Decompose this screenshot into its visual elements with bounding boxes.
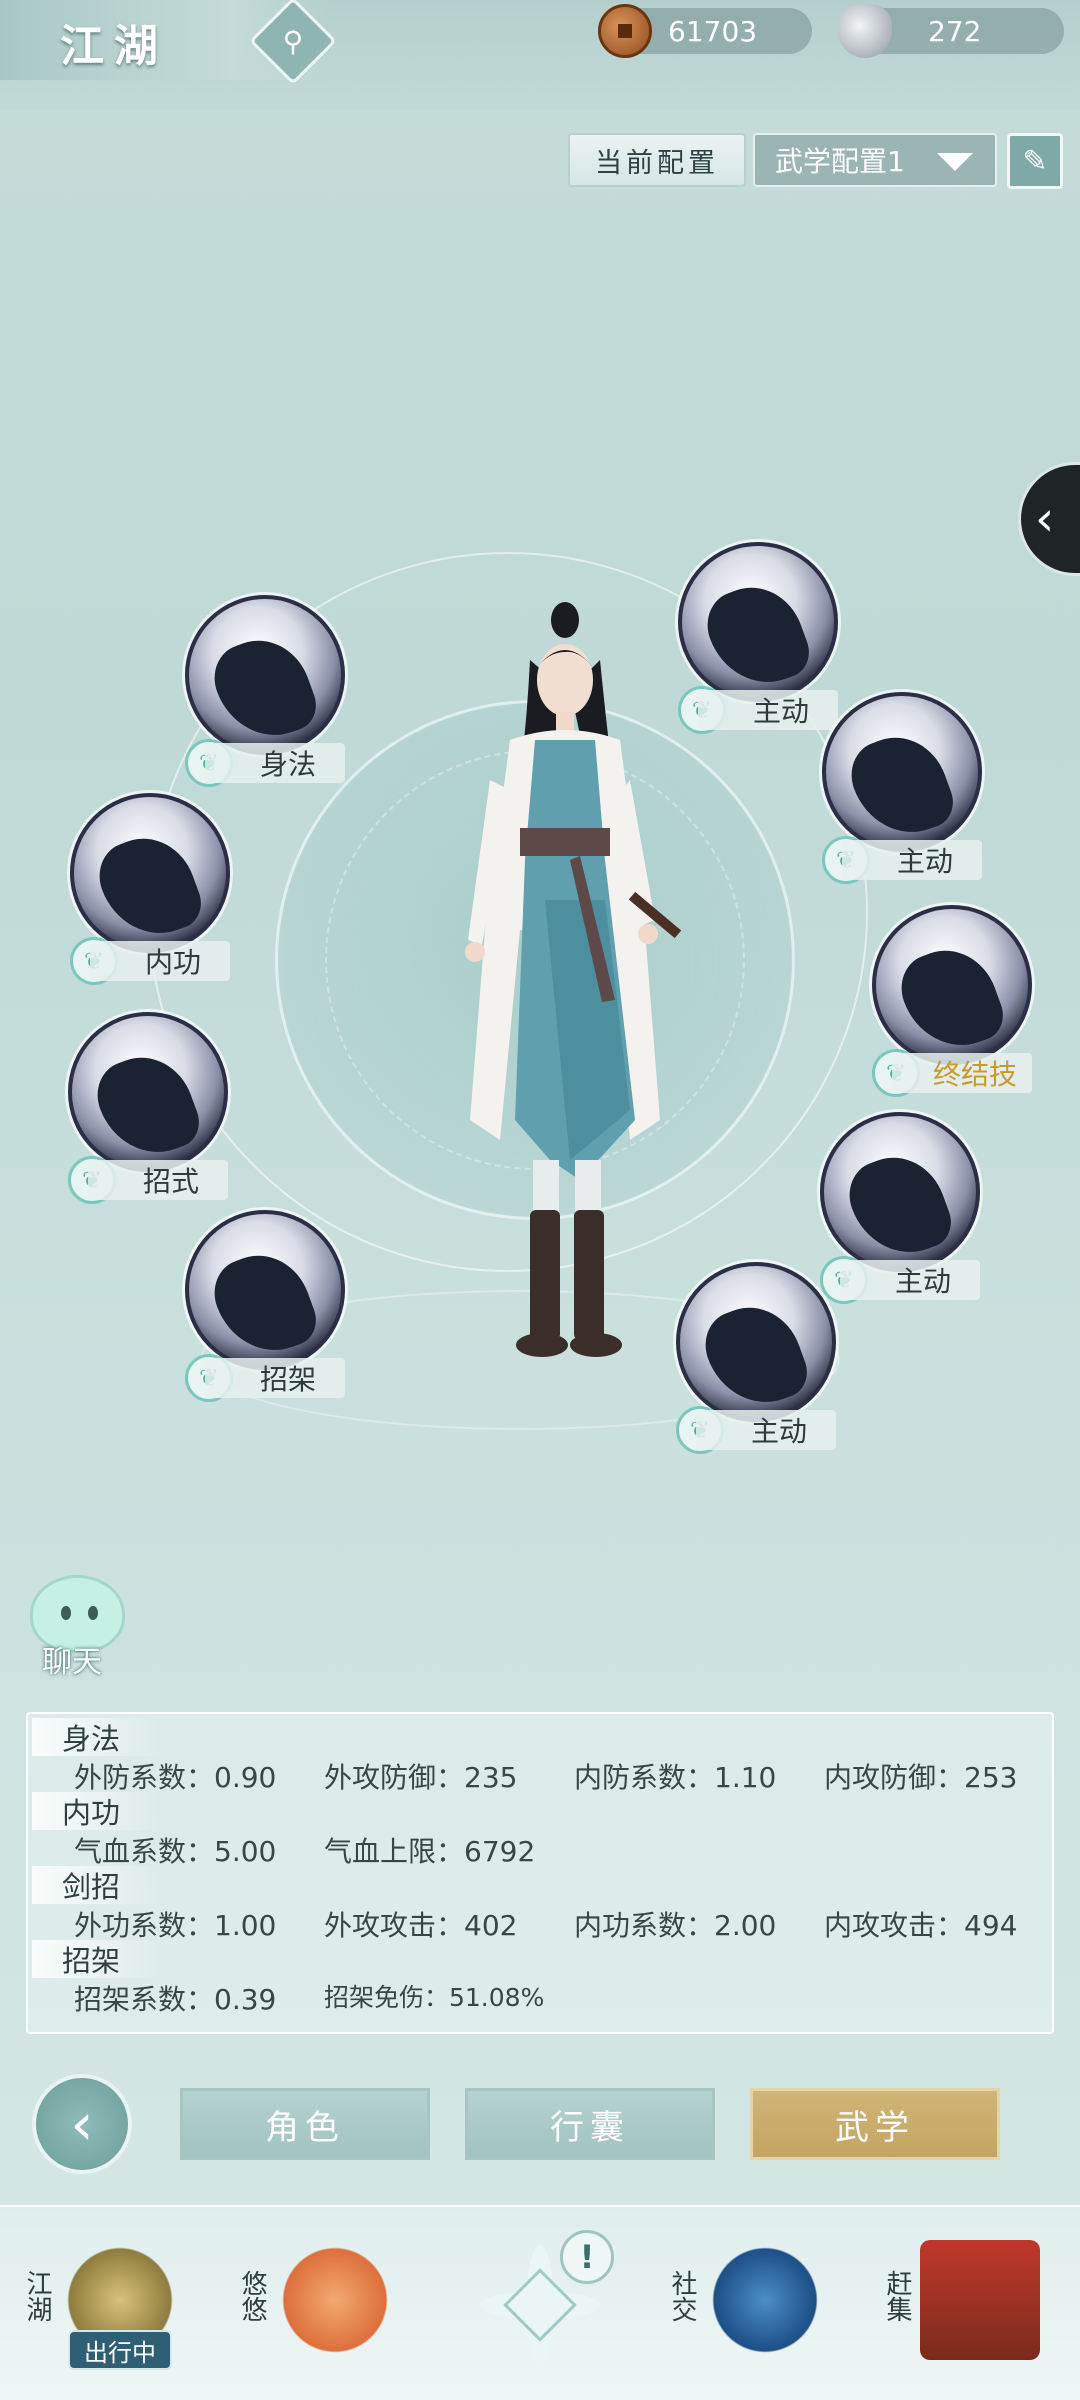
skill-art-icon — [68, 1012, 228, 1172]
nav-label: 社交 — [667, 2270, 697, 2322]
tab-inventory[interactable]: 行囊 — [465, 2088, 715, 2160]
stat-group-title: 内功 — [32, 1792, 161, 1830]
social-art-icon — [705, 2240, 825, 2360]
silver-ingot-icon — [838, 4, 892, 58]
dropdown-arrow-icon — [937, 153, 973, 171]
config-dropdown-value: 武学配置1 — [775, 145, 905, 178]
stat-group-title: 剑招 — [32, 1866, 161, 1904]
skill-slot-active-4[interactable]: ❦ 主动 — [676, 1262, 876, 1462]
stat-item: 内攻攻击：494 — [824, 1909, 1018, 1942]
chat-label: 聊天 — [42, 1645, 102, 1680]
copper-coin-value: 61703 — [668, 14, 758, 48]
traveling-status-badge: 出行中 — [68, 2330, 172, 2370]
stat-item: 内功系数：2.00 — [574, 1909, 777, 1942]
config-dropdown[interactable]: 武学配置1 — [753, 133, 997, 187]
skill-slot-label: 主动 — [698, 690, 838, 730]
nav-label: 赶集 — [882, 2270, 912, 2322]
nav-label: 江湖 — [22, 2270, 52, 2322]
silver-ingot-value: 272 — [928, 14, 982, 48]
stat-item: 内攻防御：253 — [824, 1761, 1018, 1794]
stat-item: 内防系数：1.10 — [574, 1761, 777, 1794]
skill-slot-zhaojia[interactable]: ❦ 招架 — [185, 1210, 385, 1410]
skill-art-icon — [822, 692, 982, 852]
map-pin-icon: ⚲ — [282, 24, 304, 58]
stat-item: 外攻攻击：402 — [324, 1909, 518, 1942]
stat-item: 招架免伤：51.08% — [324, 1983, 545, 2012]
copper-coin-icon — [598, 4, 652, 58]
skill-slot-active-2[interactable]: ❦ 主动 — [822, 692, 1022, 892]
nav-social[interactable]: 社交 — [665, 2220, 835, 2390]
nav-market[interactable]: 赶集 — [880, 2220, 1050, 2390]
star-icon — [503, 2268, 577, 2342]
tab-martial-arts[interactable]: 武学 — [750, 2088, 1000, 2160]
side-panel-toggle[interactable]: ‹ — [1018, 462, 1080, 576]
edit-config-button[interactable]: ✎ — [1007, 133, 1063, 189]
skill-slot-label: 招式 — [88, 1160, 228, 1200]
skill-slot-neigong[interactable]: ❦ 内功 — [70, 793, 270, 993]
alert-icon: ! — [560, 2230, 614, 2284]
skill-slot-label: 终结技 — [892, 1053, 1032, 1093]
nav-label: 悠悠 — [237, 2270, 267, 2322]
skill-slot-finisher[interactable]: ❦ 终结技 — [872, 905, 1072, 1105]
skill-slot-label: 身法 — [205, 743, 345, 783]
silver-ingot-counter[interactable]: 272 — [838, 4, 1064, 58]
current-config-label: 当前配置 — [568, 133, 746, 187]
chevron-left-icon: ‹ — [1035, 491, 1055, 547]
skill-art-icon — [185, 1210, 345, 1370]
page-title: 江湖 — [60, 21, 168, 72]
market-basket-icon — [920, 2240, 1040, 2360]
copper-coin-counter[interactable]: 61703 — [598, 4, 812, 58]
stat-item: 招架系数：0.39 — [74, 1983, 277, 2016]
skill-slot-label: 主动 — [842, 840, 982, 880]
skill-art-icon — [820, 1112, 980, 1272]
skill-art-icon — [872, 905, 1032, 1065]
stat-group-title: 招架 — [32, 1940, 161, 1978]
stat-item: 气血上限：6792 — [324, 1835, 536, 1868]
character-model[interactable] — [430, 600, 690, 1360]
back-button[interactable]: ‹ — [32, 2074, 132, 2174]
nav-jianghu[interactable]: 江湖 出行中 — [20, 2220, 190, 2390]
back-arrow-icon: ‹ — [70, 2090, 94, 2158]
youyou-art-icon — [275, 2240, 395, 2360]
skill-slot-label: 主动 — [696, 1410, 836, 1450]
skill-art-icon — [70, 793, 230, 953]
skill-slot-label: 内功 — [90, 941, 230, 981]
skill-slot-label: 招架 — [205, 1358, 345, 1398]
skill-slot-zhaoshi[interactable]: ❦ 招式 — [68, 1012, 268, 1212]
skill-art-icon — [678, 542, 838, 702]
skill-art-icon — [676, 1262, 836, 1422]
chat-button[interactable]: 聊天 — [20, 1575, 130, 1685]
stat-item: 外攻防御：235 — [324, 1761, 518, 1794]
pencil-icon: ✎ — [1022, 143, 1048, 179]
stat-group-title: 身法 — [32, 1718, 161, 1756]
tab-character[interactable]: 角色 — [180, 2088, 430, 2160]
stats-panel: 身法 外防系数：0.90 外攻防御：235 内防系数：1.10 内攻防御：253… — [26, 1712, 1054, 2034]
nav-youyou[interactable]: 悠悠 — [235, 2220, 405, 2390]
skill-slot-shenfa[interactable]: ❦ 身法 — [185, 595, 385, 795]
skill-art-icon — [185, 595, 345, 755]
